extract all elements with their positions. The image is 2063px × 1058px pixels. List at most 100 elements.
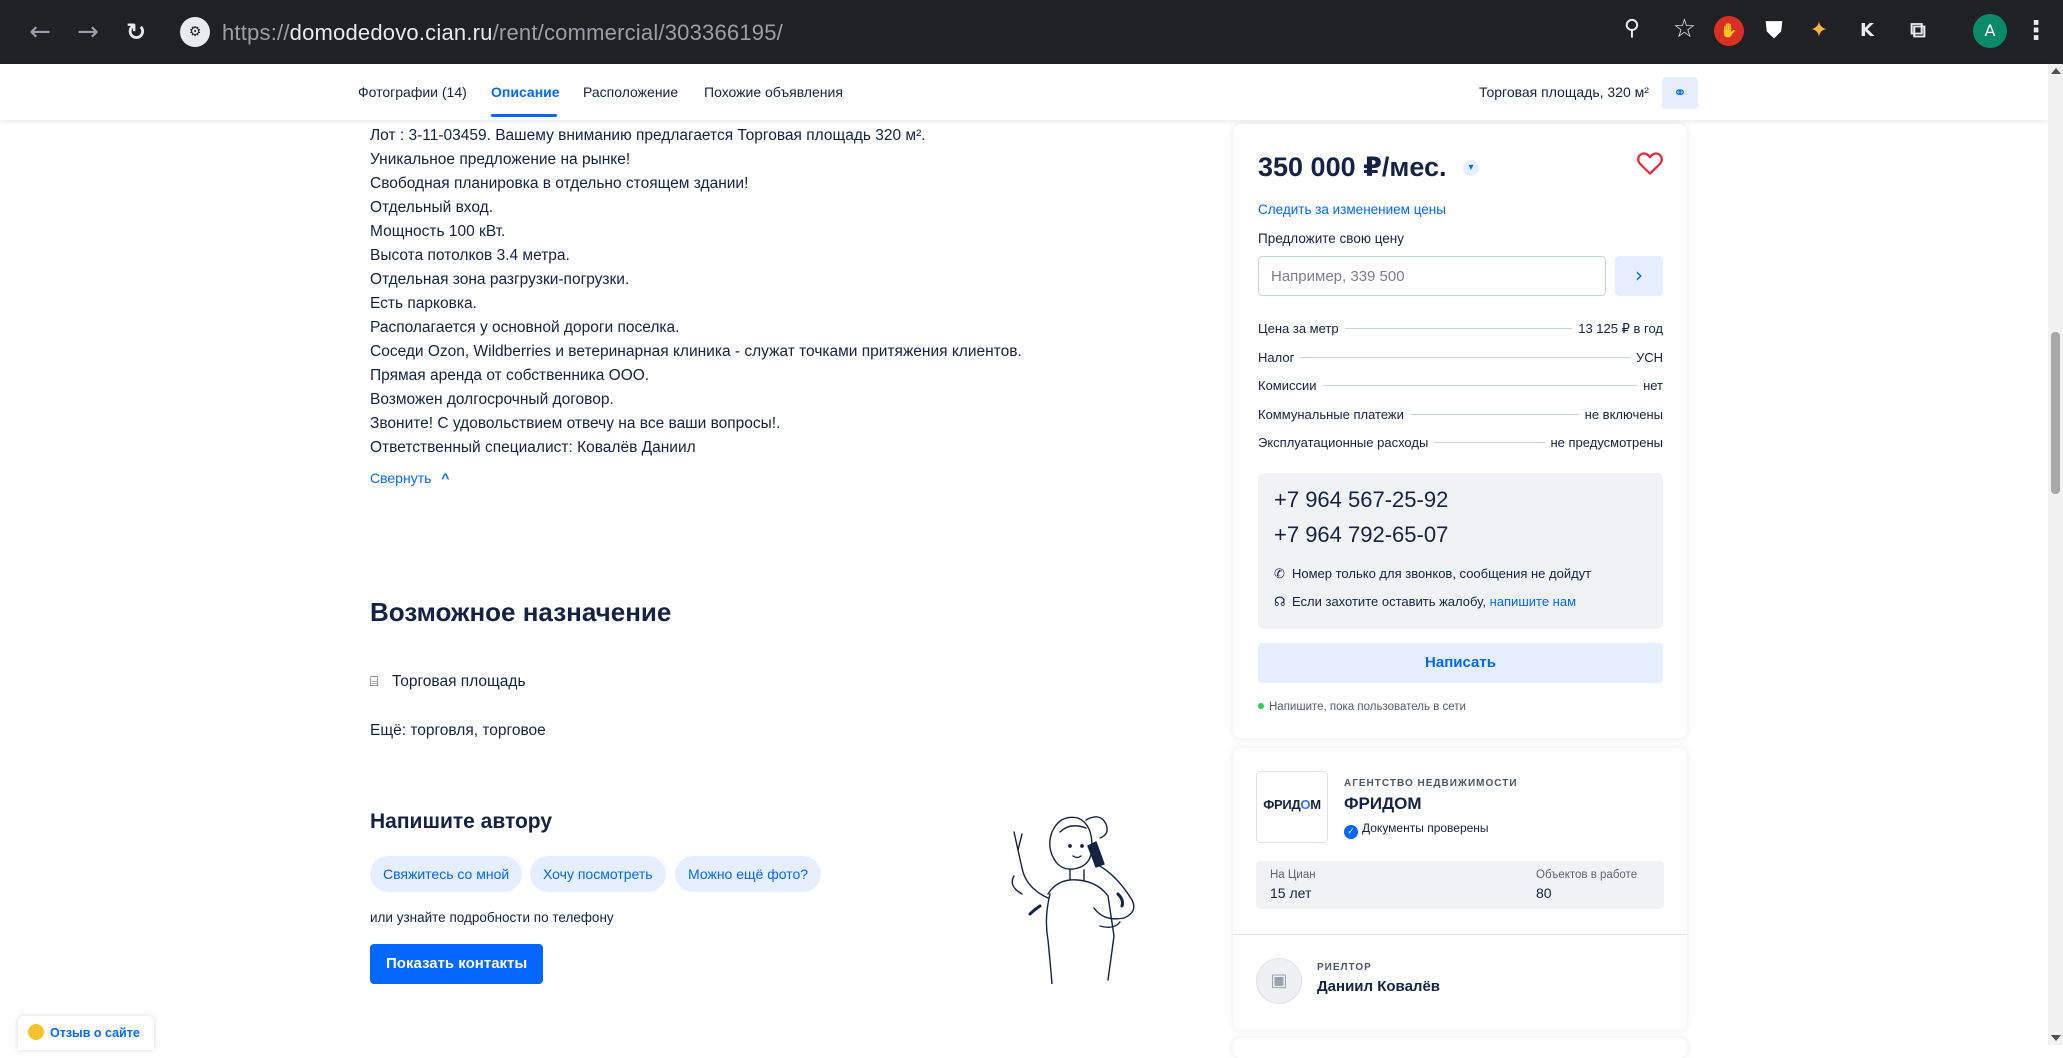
smile-icon — [28, 1024, 44, 1040]
site-info-icon[interactable]: ⚙ — [180, 17, 210, 47]
term-row: Налог УСН — [1258, 350, 1663, 379]
stat-objects-value: 80 — [1536, 885, 1552, 901]
collapse-link[interactable]: Свернуть ^ — [370, 470, 449, 486]
favorite-heart-icon[interactable] — [1635, 148, 1665, 178]
chip-more-photos[interactable]: Можно ещё фото? — [675, 856, 822, 892]
term-value: не предусмотрены — [1550, 435, 1664, 450]
back-icon[interactable]: ← — [22, 14, 58, 50]
description-text: Лот : 3-11-03459. Вашему вниманию предла… — [370, 124, 1190, 460]
realtor-avatar[interactable]: ▣ — [1256, 958, 1302, 1004]
description-line: Уникальное предложение на рынке! — [370, 151, 631, 168]
term-dots — [1344, 328, 1573, 329]
calls-only-note: ✆ Номер только для звонков, сообщения не … — [1274, 566, 1591, 582]
complaint-text: Если захотите оставить жалобу, — [1292, 594, 1486, 609]
scroll-down-arrow-icon[interactable] — [2051, 1035, 2061, 1041]
tab-photos[interactable]: Фотографии (14) — [358, 84, 467, 100]
description-line: Возможен долгосрочный договор. — [370, 391, 614, 408]
complaint-note: ☊ Если захотите оставить жалобу, напишите… — [1274, 594, 1576, 610]
description-line: Свободная планировка в отдельно стоящем … — [370, 175, 749, 192]
description-line: Прямая аренда от собственника ООО. — [370, 367, 650, 384]
term-dots — [1434, 442, 1545, 443]
phone-number-1[interactable]: +7 964 567-25-92 — [1274, 487, 1448, 513]
tab-similar[interactable]: Похожие объявления — [704, 84, 843, 100]
price-value: 350 000 ₽/мес. — [1258, 152, 1447, 182]
follow-price-link[interactable]: Следить за изменением цены — [1258, 202, 1446, 217]
description-line: Отдельный вход. — [370, 199, 494, 216]
agency-logo[interactable]: ФРИДОМ — [1256, 771, 1328, 843]
url-host: domodedovo.cian.ru — [289, 20, 493, 45]
agency-name[interactable]: ФРИДОМ — [1344, 794, 1422, 814]
description-line: Ответственный специалист: Ковалёв Даниил — [370, 439, 696, 456]
url-prefix: https:// — [222, 20, 290, 45]
description-line: Есть парковка. — [370, 295, 477, 312]
browser-menu-icon[interactable]: ⋮ — [2023, 16, 2049, 46]
stat-objects-label: Объектов в работе — [1536, 869, 1638, 881]
agency-stats: На Циан 15 лет Объектов в работе 80 — [1256, 861, 1664, 909]
share-button[interactable]: ⚭ — [1662, 77, 1698, 109]
forward-icon[interactable]: → — [70, 14, 106, 50]
adblock-extension-icon[interactable]: ✋ — [1714, 16, 1744, 46]
phone-number-2[interactable]: +7 964 792-65-07 — [1274, 522, 1448, 548]
term-value: не включены — [1584, 406, 1663, 422]
shop-icon: ⌸ — [370, 674, 379, 690]
tab-location[interactable]: Расположение — [583, 84, 678, 100]
phone-icon: ✆ — [1274, 567, 1285, 582]
online-dot — [1258, 703, 1264, 709]
submit-price-button[interactable]: › — [1615, 256, 1663, 296]
description-line: Лот : 3-11-03459. Вашему вниманию предла… — [370, 127, 926, 144]
k-extension-icon[interactable]: K — [1852, 16, 1882, 46]
chip-want-to-see[interactable]: Хочу посмотреть — [530, 856, 666, 892]
reload-icon[interactable]: ↻ — [118, 14, 154, 50]
verified-badge: ✓ Документы проверены — [1344, 821, 1489, 839]
spy-extension-icon[interactable]: ✦ — [1804, 16, 1834, 46]
address-bar[interactable]: ⚙ https://domodedovo.cian.ru/rent/commer… — [174, 10, 1696, 54]
term-key: Комиссии — [1258, 378, 1317, 393]
term-row: Цена за метр 13 125 ₽ в год — [1258, 321, 1663, 350]
verified-check-icon: ✓ — [1344, 825, 1358, 839]
feedback-label: Отзыв о сайте — [50, 1026, 140, 1040]
zoom-icon[interactable]: ⚲ — [1624, 16, 1640, 41]
description-line: Располагается у основной дороги поселка. — [370, 319, 680, 336]
description-line: Соседи Ozon, Wildberries и ветеринарная … — [370, 343, 1022, 360]
complaint-link[interactable]: напишите нам — [1490, 594, 1576, 609]
url-text[interactable]: https://domodedovo.cian.ru/rent/commerci… — [222, 20, 783, 46]
sticky-nav: Фотографии (14) Описание Расположение По… — [0, 64, 2048, 120]
term-key: Цена за метр — [1258, 321, 1339, 336]
scroll-up-arrow-icon[interactable] — [2051, 68, 2061, 74]
purpose-item-label: Торговая площадь — [392, 673, 526, 690]
realtor-name[interactable]: Даниил Ковалёв — [1317, 978, 1440, 995]
page-scrollbar[interactable] — [2048, 64, 2063, 1045]
tab-description[interactable]: Описание — [491, 84, 560, 100]
shield-extension-icon[interactable]: ⛊ — [1759, 16, 1789, 46]
term-dots — [1322, 385, 1638, 386]
write-message-button[interactable]: Написать — [1258, 643, 1663, 683]
agency-card: ФРИДОМ АГЕНТСТВО НЕДВИЖИМОСТИ ФРИДОМ ✓ До… — [1233, 748, 1687, 1030]
term-value: нет — [1643, 378, 1663, 393]
term-row: Коммунальные платежи не включены — [1258, 407, 1663, 436]
extensions-puzzle-icon[interactable]: ⧉ — [1903, 16, 1933, 46]
propose-price-input[interactable] — [1258, 256, 1606, 296]
briefcase-icon: ▣ — [1270, 970, 1288, 991]
term-value: 13 125 ₽ в год — [1578, 321, 1663, 336]
stat-years-label: На Циан — [1270, 869, 1316, 881]
profile-avatar[interactable]: A — [1973, 14, 2007, 48]
purpose-item: ⌸ Торговая площадь — [370, 673, 526, 691]
logo-part-b: М — [1310, 797, 1321, 812]
agency-caption: АГЕНТСТВО НЕДВИЖИМОСТИ — [1344, 778, 1518, 789]
description-line: Звоните! С удовольствием отвечу на все в… — [370, 415, 781, 432]
headset-icon: ☊ — [1274, 595, 1286, 610]
term-dots — [1409, 413, 1579, 415]
browser-toolbar: ← → ↻ ⚙ https://domodedovo.cian.ru/rent/… — [0, 0, 2063, 64]
price-card: 350 000 ₽/мес. ▾ Следить за изменением ц… — [1233, 124, 1687, 738]
chip-contact-me[interactable]: Свяжитесь со мной — [370, 856, 523, 892]
calls-only-text: Номер только для звонков, сообщения не д… — [1292, 566, 1592, 581]
bookmark-star-icon[interactable]: ☆ — [1673, 14, 1696, 44]
phone-hint: или узнайте подробности по телефону — [370, 910, 614, 925]
chevron-down-icon[interactable]: ▾ — [1463, 160, 1479, 176]
chevron-up-icon: ^ — [441, 470, 450, 486]
show-contacts-button[interactable]: Показать контакты — [370, 944, 544, 984]
scrollbar-thumb[interactable] — [2051, 332, 2060, 494]
purpose-title: Возможное назначение — [370, 597, 672, 627]
phones-block: +7 964 567-25-92 +7 964 792-65-07 ✆ Номер… — [1258, 473, 1663, 629]
divider — [1233, 934, 1687, 935]
